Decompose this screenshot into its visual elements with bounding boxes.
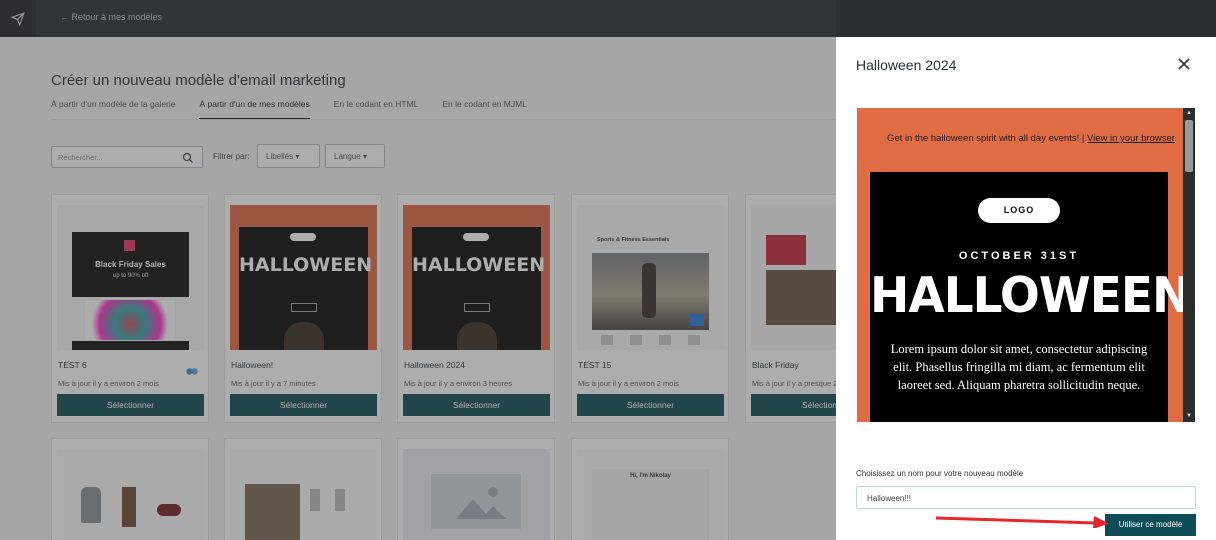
template-panel: Halloween 2024 Get in the halloween spir… — [836, 37, 1216, 540]
preview-date: OCTOBER 31ST — [958, 250, 1080, 262]
preview-header: Get in the halloween spirit with all day… — [887, 133, 1175, 144]
template-name-input[interactable]: Halloween!!! — [856, 486, 1196, 509]
scrollbar-thumb[interactable] — [1185, 120, 1193, 172]
preview-body: Lorem ipsum dolor sit amet, consectetur … — [890, 342, 1148, 392]
preview-scrollbar[interactable]: ▼ ▲ — [1183, 108, 1195, 422]
preview-logo: LOGO — [978, 198, 1060, 223]
use-template-button[interactable]: Utiliser ce modèle — [1105, 514, 1196, 536]
close-icon[interactable] — [1176, 56, 1192, 72]
view-in-browser-link[interactable]: View in your browser — [1087, 133, 1175, 144]
preview-top-text: Get in the halloween spirit with all day… — [887, 133, 1080, 144]
scroll-up-icon[interactable]: ▲ — [1186, 110, 1192, 116]
email-preview[interactable]: Get in the halloween spirit with all day… — [857, 108, 1195, 422]
panel-title: Halloween 2024 — [856, 57, 957, 73]
preview-banner: LOGO OCTOBER 31ST HALLOWEEN Lorem ipsum … — [870, 172, 1191, 422]
template-name-label: Choisissez un nom pour votre nouveau mod… — [856, 469, 1024, 478]
scroll-down-icon[interactable]: ▼ — [1186, 413, 1192, 419]
modal-backdrop[interactable] — [0, 0, 836, 540]
preview-heading: HALLOWEEN — [870, 266, 1191, 325]
annotation-arrow-icon — [935, 516, 1109, 528]
